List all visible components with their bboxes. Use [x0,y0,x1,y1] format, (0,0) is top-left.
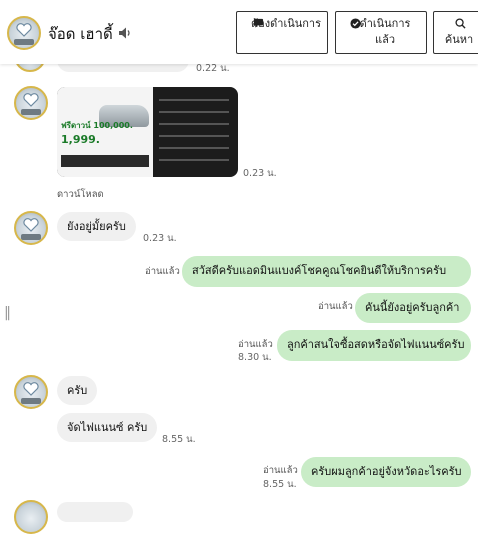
resize-handle-icon[interactable]: ‖ [4,305,11,321]
message-time: 0.23 น. [243,168,277,179]
download-link[interactable]: ดาวน์โหลด [57,187,104,202]
heart-logo-icon [23,382,39,396]
speaker-icon[interactable] [118,26,132,40]
contact-avatar[interactable] [7,16,41,50]
outgoing-message: ลูกค้าสนใจซื้อสดหรือจัดไฟแนนซ์ครับ [277,330,471,361]
read-status: อ่านแล้ว [318,301,353,312]
chat-bubble-icon [253,18,264,28]
message-bubble-cut [57,502,133,522]
message-time: 8.55 น. [162,434,196,445]
message-time: 8.55 น. [263,479,297,490]
promo-image-message[interactable]: ฟรีดาวน์ 100,000. 1,999. [57,87,238,177]
check-circle-icon [350,18,361,29]
outgoing-message: คันนี้ยังอยู่ครับลูกค้า [355,293,471,323]
done-action-button[interactable]: ดำเนินการแล้ว [335,11,427,54]
outgoing-message: ครับผมลูกค้าอยู่จังหวัดอะไรครับ [301,457,471,487]
incoming-message: ครับ [57,376,98,405]
contact-avatar[interactable] [14,375,48,409]
outgoing-message: สวัสดีครับแอดมินแบงค์โชคคูณโชคยินดีให้บร… [182,256,471,287]
heart-logo-icon [16,23,32,37]
read-status: อ่านแล้ว [263,465,298,476]
search-icon [455,18,466,29]
message-time: 0.23 น. [143,233,177,244]
heart-logo-icon [23,93,39,107]
read-status: อ่านแล้ว [145,266,180,277]
message-time: 8.30 น. [238,352,272,363]
chat-header: จ๊อด เฮาดี้ ต้องดำเนินการ ดำเนินการแล้ว … [0,0,478,64]
contact-avatar[interactable] [14,211,48,245]
contact-avatar [14,500,48,534]
incoming-message: จัดไฟแนนซ์ ครับ [57,413,158,442]
promo-price: 1,999. [61,133,100,146]
contact-name: จ๊อด เฮาดี้ [48,25,113,43]
incoming-message: ยังอยู่มั้ยครับ [57,212,136,241]
pending-action-label: ต้องดำเนินการ [251,17,321,30]
pending-action-button[interactable]: ต้องดำเนินการ [236,11,328,54]
contact-avatar[interactable] [14,86,48,120]
search-button[interactable]: ค้นหา [433,11,478,54]
heart-logo-icon [23,218,39,232]
promo-headline: ฟรีดาวน์ 100,000. [61,121,133,130]
